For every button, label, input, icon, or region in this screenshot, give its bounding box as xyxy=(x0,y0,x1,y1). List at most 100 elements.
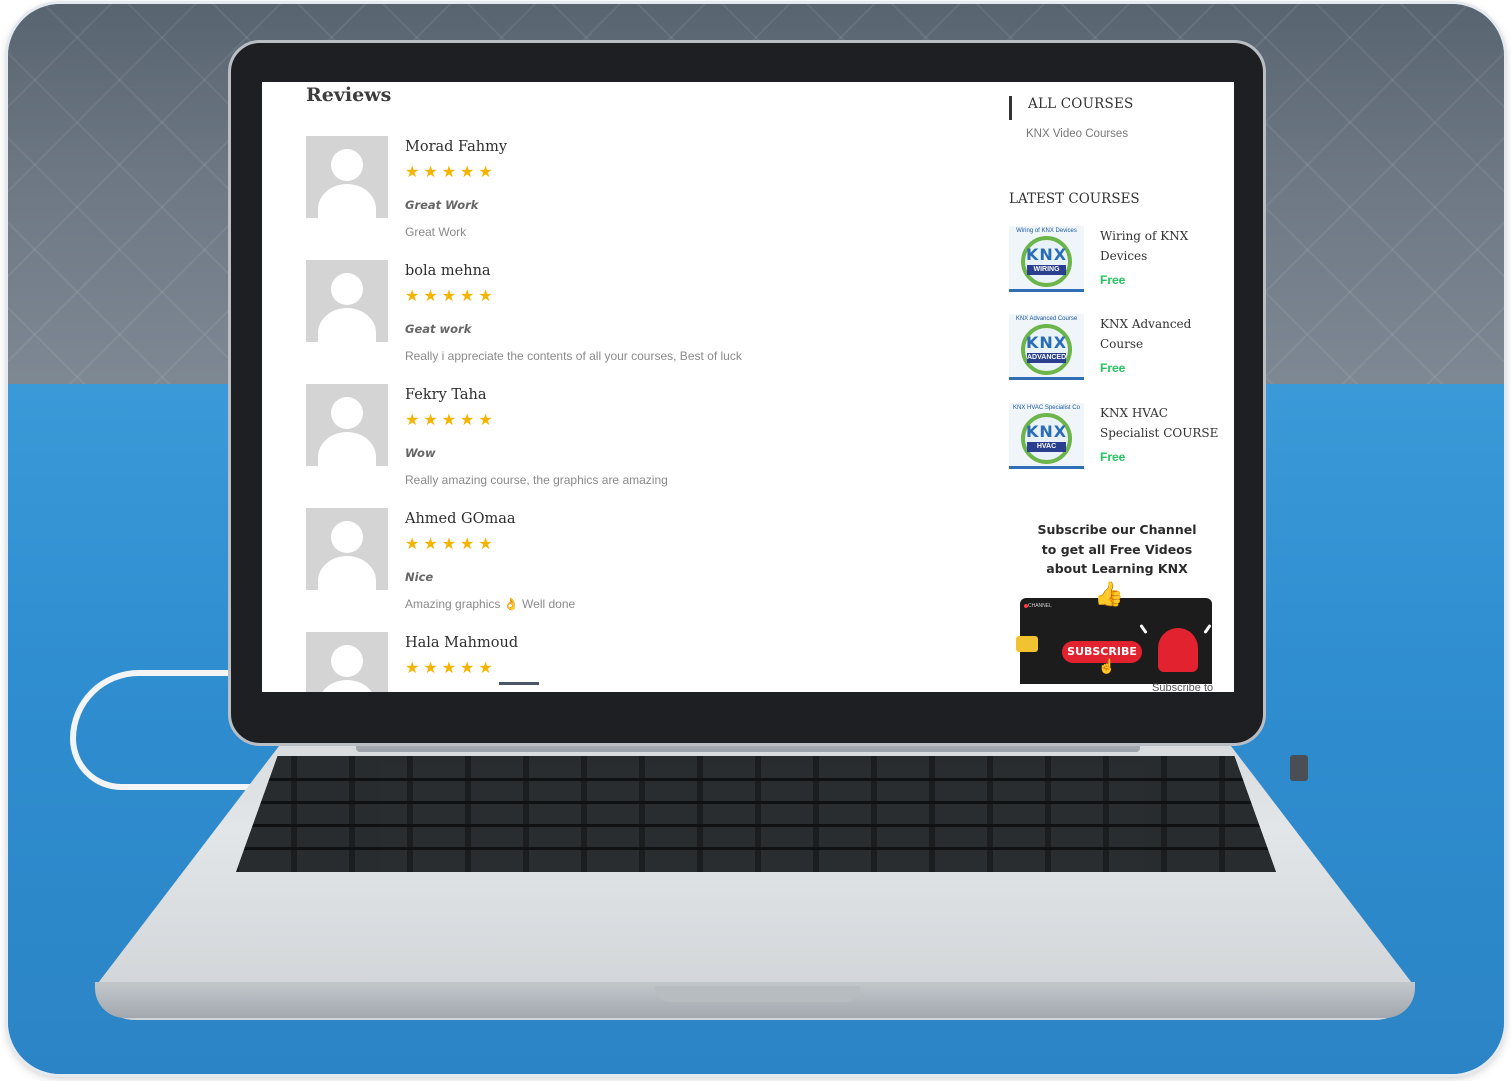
star-icon: ★ xyxy=(423,660,438,677)
star-icon: ★ xyxy=(478,412,493,429)
course-title-link[interactable]: KNX HVAC Specialist COURSE xyxy=(1100,403,1220,443)
star-icon: ★ xyxy=(441,412,457,429)
course-price: Free xyxy=(1100,361,1126,375)
review-body: Really i appreciate the contents of all … xyxy=(405,349,742,363)
thumb-band: HVAC xyxy=(1027,442,1066,452)
knx-video-courses-link[interactable]: KNX Video Courses xyxy=(1026,128,1128,140)
laptop-screen: Reviews Morad Fahmy ★ ★ ★ ★ ★ Great Work… xyxy=(262,82,1234,692)
laptop-keyboard xyxy=(236,756,1276,872)
knx-logo: KNX xyxy=(1025,422,1068,441)
star-icon: ★ xyxy=(460,660,475,677)
course-thumbnail[interactable]: Wiring of KNX Devices KNX WIRING xyxy=(1009,226,1084,292)
bell-ray-icon xyxy=(1203,624,1212,634)
hand-pointer-icon: ☝ xyxy=(1098,658,1116,674)
review-body-text: Well done xyxy=(522,597,576,611)
star-icon: ★ xyxy=(478,660,493,677)
star-icon: ★ xyxy=(405,288,420,305)
avatar-body-shape xyxy=(318,680,376,692)
course-item[interactable]: KNX HVAC Specialist Co KNX HVAC KNX HVAC… xyxy=(1009,403,1219,483)
avatar-head-shape xyxy=(331,273,363,305)
subscribe-line: Subscribe our Channel xyxy=(1037,522,1197,537)
star-icon: ★ xyxy=(460,288,475,305)
avatar xyxy=(306,384,388,466)
subscribe-line: to get all Free Videos xyxy=(1041,541,1193,557)
star-rating: ★ ★ ★ ★ ★ xyxy=(405,164,493,182)
review-title: Wow xyxy=(405,446,436,460)
key-row-divider xyxy=(236,778,1276,781)
ok-hand-icon: 👌 xyxy=(503,597,519,611)
subscribe-trailing-text: Subscribe to xyxy=(1152,682,1214,692)
reviewer-name: bola mehna xyxy=(405,263,491,279)
star-icon: ★ xyxy=(441,536,457,553)
thumb-caption: KNX Advanced Course xyxy=(1015,316,1078,322)
avatar-body-shape xyxy=(318,184,376,218)
review-title: Nice xyxy=(405,570,434,584)
reviewer-name: Morad Fahmy xyxy=(405,139,508,155)
thumbs-up-icon: 👍 xyxy=(1094,581,1124,608)
star-icon: ★ xyxy=(405,660,420,677)
star-icon: ★ xyxy=(460,536,475,553)
reviews-heading: Reviews xyxy=(306,84,392,106)
course-thumbnail[interactable]: KNX Advanced Course KNX ADVANCED xyxy=(1009,314,1084,380)
review-item: Fekry Taha ★ ★ ★ ★ ★ Wow Really amazing … xyxy=(306,384,906,504)
avatar-head-shape xyxy=(331,149,363,181)
course-title-link[interactable]: KNX Advanced Course xyxy=(1100,314,1220,354)
star-icon: ★ xyxy=(405,164,420,181)
review-title: Great Work xyxy=(405,198,479,212)
key-row-divider xyxy=(236,801,1276,804)
star-icon: ★ xyxy=(478,536,493,553)
key-row-divider xyxy=(236,847,1276,850)
key-row-divider xyxy=(236,824,1276,827)
avatar-head-shape xyxy=(331,397,363,429)
avatar-head-shape xyxy=(331,521,363,553)
bell-icon xyxy=(1158,628,1198,672)
review-body: Great Work xyxy=(405,225,467,239)
course-price: Free xyxy=(1100,450,1126,464)
star-icon: ★ xyxy=(460,164,475,181)
star-icon: ★ xyxy=(478,288,493,305)
scroll-indicator[interactable] xyxy=(499,682,539,685)
review-body: Amazing graphics 👌 Well done xyxy=(405,597,575,611)
review-body-text: Amazing graphics xyxy=(405,597,501,611)
star-icon: ★ xyxy=(423,288,438,305)
course-item[interactable]: Wiring of KNX Devices KNX WIRING Wiring … xyxy=(1009,226,1219,306)
review-item: Ahmed GOmaa ★ ★ ★ ★ ★ Nice Amazing graph… xyxy=(306,508,906,628)
bell-ray-icon xyxy=(1139,624,1148,634)
subscribe-message: Subscribe our Channel to get all Free Vi… xyxy=(1032,520,1202,579)
review-body: Really amazing course, the graphics are … xyxy=(405,473,668,487)
course-item[interactable]: KNX Advanced Course KNX ADVANCED KNX Adv… xyxy=(1009,314,1219,394)
youtube-subscribe-banner[interactable]: CHANNEL SUBSCRIBE xyxy=(1020,598,1212,684)
star-icon: ★ xyxy=(405,412,420,429)
all-courses-heading: ALL COURSES xyxy=(1028,96,1134,112)
avatar xyxy=(306,260,388,342)
review-item: bola mehna ★ ★ ★ ★ ★ Geat work Really i … xyxy=(306,260,906,380)
review-title: Geat work xyxy=(405,322,472,336)
star-icon: ★ xyxy=(441,288,457,305)
course-price: Free xyxy=(1100,273,1126,287)
reviewer-name: Ahmed GOmaa xyxy=(405,511,516,527)
keyboard-keys xyxy=(236,756,1276,872)
star-icon: ★ xyxy=(405,536,420,553)
course-thumbnail[interactable]: KNX HVAC Specialist Co KNX HVAC xyxy=(1009,403,1084,469)
thumb-caption: Wiring of KNX Devices xyxy=(1016,228,1077,234)
thumb-caption: KNX HVAC Specialist Co xyxy=(1013,405,1080,411)
laptop-notch xyxy=(655,986,860,1002)
avatar xyxy=(306,508,388,590)
course-title-link[interactable]: Wiring of KNX Devices xyxy=(1100,226,1220,266)
avatar-head-shape xyxy=(331,645,363,677)
star-rating: ★ ★ ★ ★ ★ xyxy=(405,288,493,306)
avatar xyxy=(306,632,388,692)
reviewer-name: Hala Mahmoud xyxy=(405,635,519,651)
latest-courses-heading: LATEST COURSES xyxy=(1009,191,1140,207)
star-rating: ★ ★ ★ ★ ★ xyxy=(405,412,493,430)
avatar xyxy=(306,136,388,218)
thumb-band: WIRING xyxy=(1027,265,1066,275)
avatar-body-shape xyxy=(318,308,376,342)
star-icon: ★ xyxy=(460,412,475,429)
star-icon: ★ xyxy=(478,164,493,181)
avatar-body-shape xyxy=(318,556,376,590)
all-courses-section: ALL COURSES xyxy=(1009,96,1133,120)
avatar-body-shape xyxy=(318,432,376,466)
review-item: Hala Mahmoud ★ ★ ★ ★ ★ xyxy=(306,632,906,692)
camera-icon xyxy=(1016,636,1038,652)
